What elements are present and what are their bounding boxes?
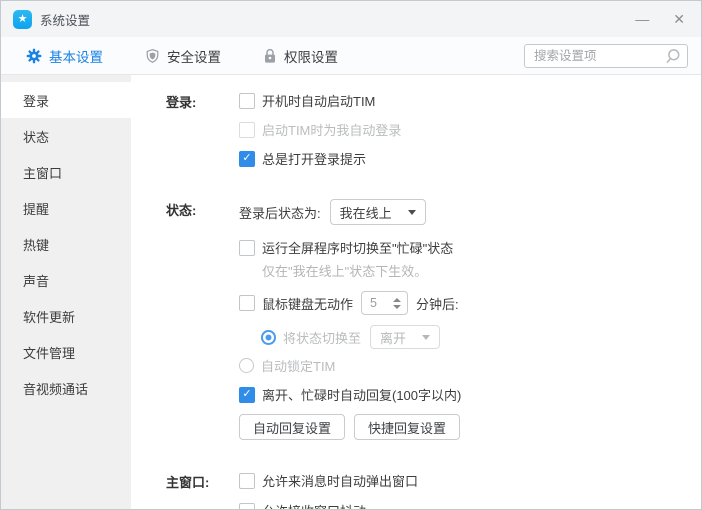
arrow-up-icon[interactable]: [393, 298, 401, 302]
sidebar-item-file-management[interactable]: 文件管理: [1, 334, 131, 370]
option-idle: ✓ 鼠标键盘无动作 5 分钟后:: [239, 291, 701, 315]
sidebar-item-login[interactable]: 登录: [1, 82, 131, 118]
settings-content: 登录: ✓ 开机时自动启动TIM ✓ 启动TIM时为我自动登录 ✓ 总是打开登录…: [131, 75, 701, 509]
lock-icon: [263, 48, 277, 64]
search-box: [524, 44, 688, 68]
tab-permission-settings[interactable]: 权限设置: [263, 46, 338, 66]
tim-logo-icon: ★: [13, 10, 32, 29]
sidebar-item-main-window[interactable]: 主窗口: [1, 154, 131, 190]
tab-label: 权限设置: [284, 46, 338, 66]
minimize-button[interactable]: —: [631, 10, 653, 28]
tab-basic-settings[interactable]: 基本设置: [26, 46, 103, 66]
title-bar: ★ 系统设置 — ✕: [1, 1, 701, 37]
option-fullscreen-busy: ✓ 运行全屏程序时切换至"忙碌"状态: [239, 238, 701, 257]
sidebar-item-sound[interactable]: 声音: [1, 262, 131, 298]
tab-label: 基本设置: [49, 46, 103, 66]
section-main-window-label: 主窗口:: [166, 471, 239, 509]
tab-security-settings[interactable]: 安全设置: [145, 46, 221, 66]
radio-switch-status: [261, 330, 276, 345]
option-after-login-status: 登录后状态为: 我在线上: [239, 199, 701, 225]
search-input[interactable]: [525, 45, 664, 67]
checkbox-auto-reply[interactable]: ✓: [239, 387, 255, 403]
arrow-down-icon[interactable]: [393, 305, 401, 309]
sidebar-item-reminder[interactable]: 提醒: [1, 190, 131, 226]
idle-minutes-spinner[interactable]: 5: [361, 291, 408, 315]
gear-icon: [26, 48, 42, 64]
auto-reply-settings-button[interactable]: 自动回复设置: [239, 414, 345, 440]
sidebar-item-software-update[interactable]: 软件更新: [1, 298, 131, 334]
status-dropdown[interactable]: 我在线上: [330, 199, 426, 225]
sidebar: 登录 状态 主窗口 提醒 热键 声音 软件更新 文件管理 音视频通话: [1, 75, 131, 509]
option-auto-lock: 自动锁定TIM: [239, 356, 701, 375]
checkbox-shake[interactable]: ✓: [239, 503, 255, 510]
quick-reply-settings-button[interactable]: 快捷回复设置: [354, 414, 460, 440]
away-dropdown: 离开: [370, 325, 440, 349]
settings-window: ★ 系统设置 — ✕ 基本设置 安全设置 权限设置: [0, 0, 702, 510]
close-button[interactable]: ✕: [669, 10, 689, 28]
checkbox-idle[interactable]: ✓: [239, 295, 255, 311]
section-status: 状态: 登录后状态为: 我在线上 ✓ 运行全屏程序时切换至"忙碌"状态 仅在"我…: [166, 199, 701, 450]
sidebar-item-hotkey[interactable]: 热键: [1, 226, 131, 262]
section-status-label: 状态:: [166, 199, 239, 450]
tab-bar: 基本设置 安全设置 权限设置: [1, 37, 701, 75]
checkbox-autostart[interactable]: ✓: [239, 93, 255, 109]
idle-minutes-value: 5: [370, 296, 377, 310]
window-controls: — ✕: [631, 1, 689, 37]
tab-label: 安全设置: [167, 46, 221, 66]
fullscreen-hint: 仅在"我在线上"状态下生效。: [262, 261, 701, 280]
star-icon: ★: [18, 14, 28, 25]
option-autostart: ✓ 开机时自动启动TIM: [239, 91, 701, 110]
section-login: 登录: ✓ 开机时自动启动TIM ✓ 启动TIM时为我自动登录 ✓ 总是打开登录…: [166, 91, 701, 178]
option-auto-reply: ✓ 离开、忙碌时自动回复(100字以内): [239, 385, 701, 404]
body-area: 登录 状态 主窗口 提醒 热键 声音 软件更新 文件管理 音视频通话 登录: ✓…: [1, 75, 701, 509]
option-switch-status: 将状态切换至 离开: [261, 325, 701, 349]
sidebar-item-av-call[interactable]: 音视频通话: [1, 370, 131, 406]
radio-auto-lock: [239, 358, 254, 373]
shield-icon: [145, 48, 160, 64]
option-popup: ✓ 允许来消息时自动弹出窗口: [239, 471, 701, 490]
section-login-label: 登录:: [166, 91, 239, 178]
chevron-down-icon: [422, 335, 430, 340]
option-login-prompt: ✓ 总是打开登录提示: [239, 149, 701, 168]
window-title: 系统设置: [40, 10, 90, 29]
option-shake: ✓ 允许接收窗口抖动: [239, 501, 701, 509]
reply-buttons: 自动回复设置 快捷回复设置: [239, 414, 701, 440]
option-autologin: ✓ 启动TIM时为我自动登录: [239, 120, 701, 139]
checkbox-popup[interactable]: ✓: [239, 473, 255, 489]
checkbox-autologin: ✓: [239, 122, 255, 138]
checkbox-login-prompt[interactable]: ✓: [239, 151, 255, 167]
sidebar-item-status[interactable]: 状态: [1, 118, 131, 154]
checkbox-fullscreen-busy[interactable]: ✓: [239, 240, 255, 256]
spinner-arrows[interactable]: [393, 298, 401, 309]
section-main-window: 主窗口: ✓ 允许来消息时自动弹出窗口 ✓ 允许接收窗口抖动 ✓ 显示历史消息记…: [166, 471, 701, 509]
search-icon[interactable]: [664, 48, 681, 65]
chevron-down-icon: [408, 210, 416, 215]
